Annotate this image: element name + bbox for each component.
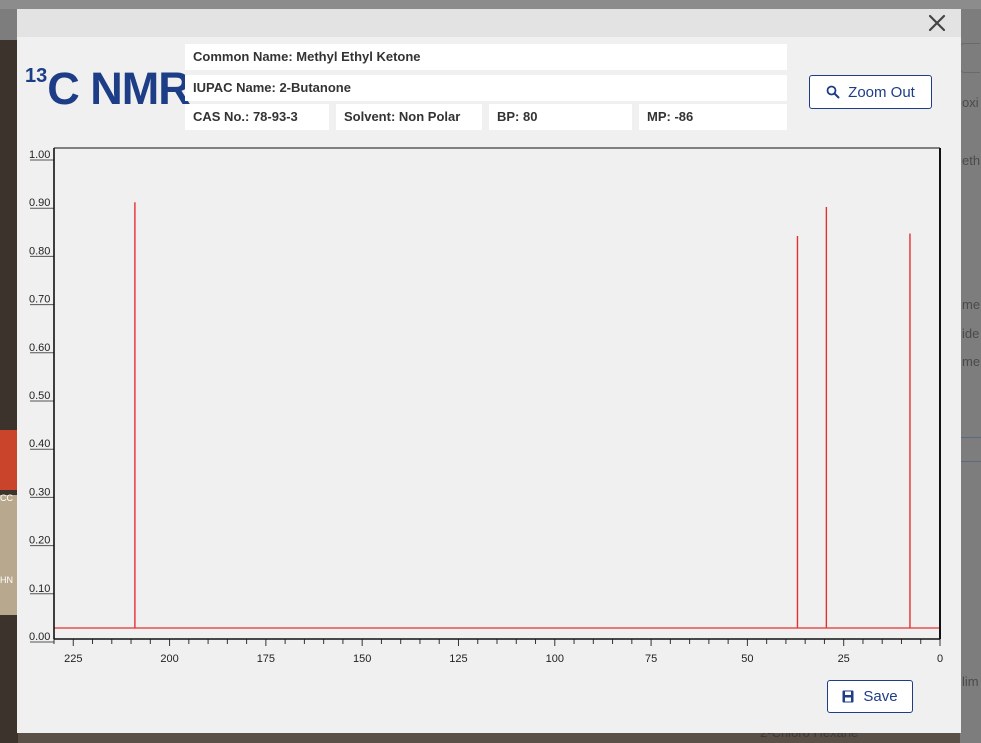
backdrop-input <box>960 43 980 73</box>
backdrop-bottom: 2-Chloro Hexane <box>18 725 960 743</box>
close-button[interactable] <box>925 11 949 35</box>
backdrop-top <box>0 0 981 9</box>
isotope-superscript: 13 <box>25 65 48 87</box>
backdrop-right-panel: oxi eth me ide me lim <box>960 9 981 743</box>
save-label: Save <box>863 688 898 705</box>
x-tick-label: 50 <box>741 653 753 665</box>
mp-field: MP: -86 <box>639 104 787 130</box>
backdrop-text: me <box>962 354 981 369</box>
nmr-modal: 13C NMR Common Name: Methyl Ethyl Ketone… <box>17 9 961 733</box>
common-name-field: Common Name: Methyl Ethyl Ketone <box>185 44 787 70</box>
nmr-spectrum-chart[interactable]: 0.00 0.10 0.20 0.30 0.40 0.50 0.60 0.70 0.80 0.90… <box>17 139 961 679</box>
spectrum-title: 13C NMR <box>25 63 191 115</box>
close-icon <box>928 14 946 32</box>
bp-field: BP: 80 <box>489 104 632 130</box>
modal-header <box>17 9 961 37</box>
y-tick-label: 0.50 <box>29 390 50 402</box>
backdrop-text: ide <box>962 326 980 341</box>
solvent-field: Solvent: Non Polar <box>336 104 482 130</box>
backdrop-label: HN <box>0 575 13 585</box>
y-tick-label: 0.60 <box>29 342 50 354</box>
y-tick-label: 0.40 <box>29 438 50 450</box>
y-tick-label: 1.00 <box>29 149 50 161</box>
x-tick-label: 0 <box>937 653 943 665</box>
backdrop-text: me <box>962 297 981 312</box>
y-tick-label: 0.90 <box>29 197 50 209</box>
x-tick-label: 175 <box>257 653 275 665</box>
backdrop-text: eth <box>962 153 981 168</box>
backdrop-left-photo: CC HN <box>0 40 18 743</box>
magnify-icon <box>826 85 840 99</box>
iupac-name-field: IUPAC Name: 2-Butanone <box>185 75 787 101</box>
y-axis-ticks: 0.00 0.10 0.20 0.30 0.40 0.50 0.60 0.70 0.80 0.90… <box>29 149 54 643</box>
x-tick-label: 75 <box>645 653 657 665</box>
x-tick-label: 225 <box>64 653 82 665</box>
y-tick-label: 0.00 <box>29 631 50 643</box>
peak-series <box>134 202 911 628</box>
backdrop-label: CC <box>0 493 13 503</box>
x-tick-label: 125 <box>449 653 467 665</box>
x-tick-label: 200 <box>160 653 178 665</box>
backdrop-divider <box>960 437 981 462</box>
y-tick-label: 0.70 <box>29 294 50 306</box>
spectrum-type: C NMR <box>47 63 190 114</box>
zoom-out-label: Zoom Out <box>848 83 915 101</box>
floppy-icon <box>842 690 854 703</box>
backdrop-text: oxi <box>962 95 979 110</box>
zoom-out-button[interactable]: Zoom Out <box>809 75 932 109</box>
cas-field: CAS No.: 78-93-3 <box>185 104 329 130</box>
backdrop-text: lim <box>962 674 979 689</box>
x-axis-ticks: 225 200 175 150 125 100 75 50 25 0 <box>53 639 943 665</box>
x-tick-label: 150 <box>353 653 371 665</box>
y-tick-label: 0.30 <box>29 486 50 498</box>
backdrop-bottle <box>0 495 18 615</box>
y-tick-label: 0.20 <box>29 535 50 547</box>
y-tick-label: 0.80 <box>29 245 50 257</box>
y-tick-label: 0.10 <box>29 583 50 595</box>
x-tick-label: 100 <box>546 653 564 665</box>
save-button[interactable]: Save <box>827 680 913 713</box>
x-tick-label: 25 <box>838 653 850 665</box>
backdrop-can <box>0 430 18 490</box>
